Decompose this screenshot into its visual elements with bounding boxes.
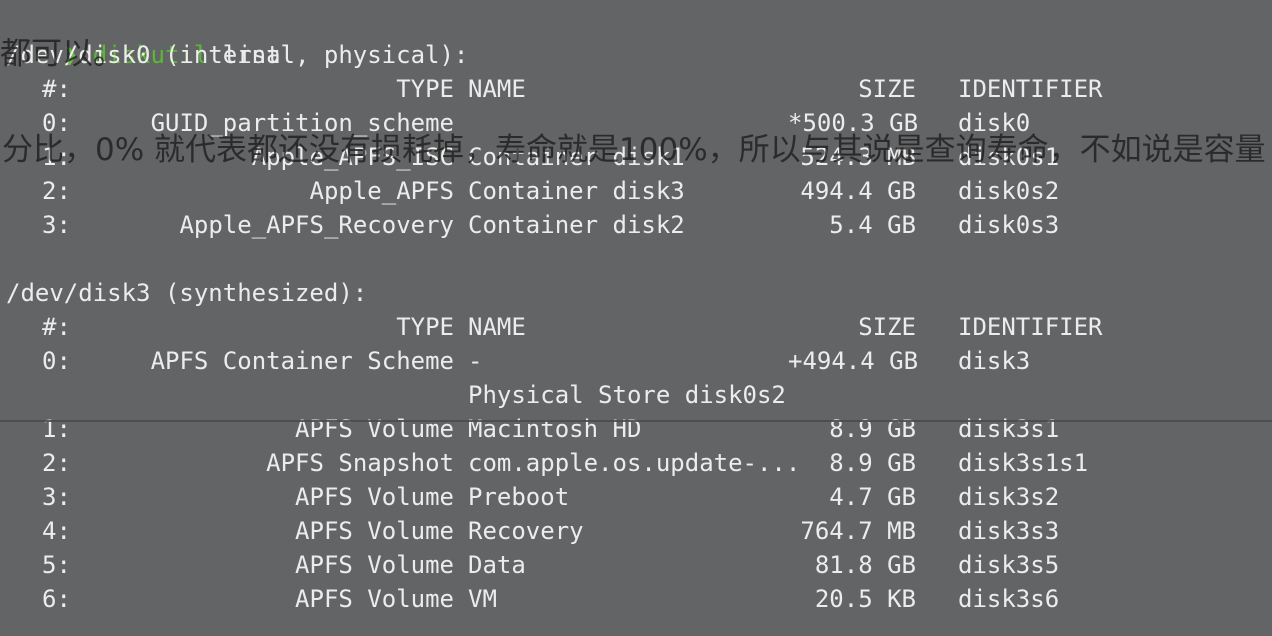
cell-num: 6: [42,585,71,613]
column-header-name: NAME [468,75,526,103]
cell-type: APFS Volume [295,585,454,613]
cell-size: 81.8 GB [814,551,916,579]
column-header-name: NAME [468,313,526,341]
cell-identifier: disk3s1 [958,415,1060,443]
cell-num: 2: [42,449,71,477]
cell-type: Apple_APFS [309,177,455,205]
column-header-identifier: IDENTIFIER [958,75,1103,103]
column-header-num: #: [42,75,71,103]
cell-size: 4.7 GB [829,483,916,511]
cell-identifier: disk3 [958,347,1031,375]
cell-num: 4: [42,517,71,545]
cell-name: Preboot [468,483,570,511]
cell-identifier: disk0s2 [958,177,1060,205]
cell-name: Container disk2 [468,211,685,239]
separator-line [0,420,1272,422]
column-header-num: #: [42,313,71,341]
cell-identifier: disk3s2 [958,483,1060,511]
column-header-type: TYPE [396,75,454,103]
cell-size: 764.7 MB [800,517,916,545]
cell-identifier: disk3s1s1 [958,449,1089,477]
column-header-size: SIZE [858,313,916,341]
cell-name: com.apple.os.update-... [468,449,801,477]
overlay-text-middle: 分比，0% 就代表都还没有损耗掉，寿命就是100%，所以与其说是查询寿命，不如说… [2,132,1266,168]
cell-num: 3: [42,211,71,239]
cell-identifier: disk3s3 [958,517,1060,545]
cell-name: Physical Store disk0s2 [468,381,786,409]
cell-num: 5: [42,551,71,579]
prompt-line: ❯ diskutil list [6,4,281,69]
column-header-size: SIZE [858,75,916,103]
cell-identifier: disk3s5 [958,551,1060,579]
terminal-window[interactable]: ❯ diskutil list /dev/disk0 (internal, ph… [0,0,1272,636]
cell-name: Recovery [468,517,584,545]
cell-size: 494.4 GB [800,177,916,205]
overlay-text-top: 都可以。 [0,36,124,72]
cell-name: VM [468,585,497,613]
cell-type: APFS Volume [295,483,454,511]
cell-name: Macintosh HD [468,415,642,443]
cell-size: 20.5 KB [814,585,916,613]
cell-name: - [468,347,483,375]
cell-type: Apple_APFS_Recovery [179,211,454,239]
disk3-header: /dev/disk3 (synthesized): [6,279,368,307]
cell-size: 8.9 GB [829,415,916,443]
cell-size: 8.9 GB [829,449,916,477]
cell-name: Data [468,551,526,579]
cell-type: APFS Volume [295,415,454,443]
cell-identifier: disk0s3 [958,211,1060,239]
cell-num: 0: [42,347,71,375]
cell-name: Container disk3 [468,177,685,205]
cell-num: 3: [42,483,71,511]
column-header-type: TYPE [396,313,454,341]
cell-type: APFS Container Scheme [150,347,454,375]
cell-identifier: disk3s6 [958,585,1060,613]
cell-size: +494.4 GB [788,347,919,375]
cell-num: 1: [42,415,71,443]
cell-type: APFS Volume [295,517,454,545]
column-header-identifier: IDENTIFIER [958,313,1103,341]
cell-size: 5.4 GB [829,211,916,239]
cell-num: 2: [42,177,71,205]
cell-type: APFS Snapshot [266,449,454,477]
cell-type: APFS Volume [295,551,454,579]
